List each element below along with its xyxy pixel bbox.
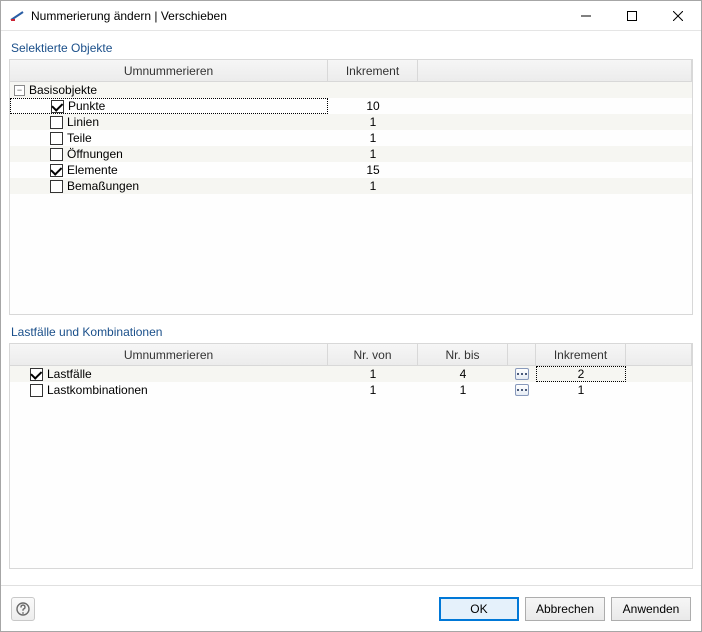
row-label: Lastfälle — [47, 367, 92, 381]
col-edit-header — [508, 344, 536, 365]
col-spacer — [626, 344, 692, 365]
edit-cell[interactable] — [508, 366, 536, 382]
table-row[interactable]: Teile 1 — [10, 130, 692, 146]
loadcases-table: Umnummerieren Nr. von Nr. bis Inkrement … — [9, 343, 693, 569]
row-label: Elemente — [67, 163, 118, 177]
table-header: Umnummerieren Inkrement — [10, 60, 692, 82]
titlebar: Nummerierung ändern | Verschieben — [1, 1, 701, 31]
window-title: Nummerierung ändern | Verschieben — [31, 9, 563, 23]
section-loadcases-label: Lastfälle und Kombinationen — [11, 325, 691, 339]
cell-empty — [328, 82, 418, 98]
row-label: Lastkombinationen — [47, 383, 148, 397]
ok-button[interactable]: OK — [439, 597, 519, 621]
increment-cell[interactable]: 1 — [328, 130, 418, 146]
col-renumber-header: Umnummerieren — [10, 344, 328, 365]
checkbox-teile[interactable] — [50, 132, 63, 145]
row-label: Öffnungen — [67, 147, 123, 161]
tree-group-row[interactable]: − Basisobjekte — [10, 82, 692, 98]
table-row[interactable]: Bemaßungen 1 — [10, 178, 692, 194]
dialog-window: Nummerierung ändern | Verschieben Selekt… — [0, 0, 702, 632]
checkbox-lastfaelle[interactable] — [30, 368, 43, 381]
col-increment-header: Inkrement — [536, 344, 626, 365]
collapse-icon[interactable]: − — [14, 85, 25, 96]
table-body: − Basisobjekte Punkte 10 — [10, 82, 692, 314]
dialog-footer: OK Abbrechen Anwenden — [1, 585, 701, 631]
from-cell[interactable]: 1 — [328, 366, 418, 382]
increment-cell[interactable]: 10 — [328, 98, 418, 114]
increment-cell[interactable]: 1 — [328, 146, 418, 162]
table-row[interactable]: Lastkombinationen 1 1 1 — [10, 382, 692, 398]
minimize-button[interactable] — [563, 1, 609, 31]
selected-objects-table: Umnummerieren Inkrement − Basisobjekte — [9, 59, 693, 315]
row-label: Punkte — [68, 99, 105, 113]
col-from-header: Nr. von — [328, 344, 418, 365]
col-increment-header: Inkrement — [328, 60, 418, 81]
col-spacer — [418, 60, 692, 81]
checkbox-oeffnungen[interactable] — [50, 148, 63, 161]
checkbox-punkte[interactable] — [51, 100, 64, 113]
col-to-header: Nr. bis — [418, 344, 508, 365]
table-body: Lastfälle 1 4 2 Lastkombinationen — [10, 366, 692, 568]
app-icon — [9, 8, 25, 24]
help-button[interactable] — [11, 597, 35, 621]
checkbox-linien[interactable] — [50, 116, 63, 129]
increment-cell[interactable]: 2 — [536, 366, 626, 382]
dialog-content: Selektierte Objekte Umnummerieren Inkrem… — [1, 31, 701, 585]
apply-button[interactable]: Anwenden — [611, 597, 691, 621]
checkbox-lastkombinationen[interactable] — [30, 384, 43, 397]
table-row[interactable]: Öffnungen 1 — [10, 146, 692, 162]
to-cell[interactable]: 1 — [418, 382, 508, 398]
close-button[interactable] — [655, 1, 701, 31]
table-row[interactable]: Punkte 10 — [10, 98, 692, 114]
table-header: Umnummerieren Nr. von Nr. bis Inkrement — [10, 344, 692, 366]
section-selected-objects-label: Selektierte Objekte — [11, 41, 691, 55]
col-renumber-header: Umnummerieren — [10, 60, 328, 81]
maximize-button[interactable] — [609, 1, 655, 31]
table-row[interactable]: Linien 1 — [10, 114, 692, 130]
checkbox-elemente[interactable] — [50, 164, 63, 177]
row-label: Teile — [67, 131, 92, 145]
row-label: Bemaßungen — [67, 179, 139, 193]
increment-cell[interactable]: 15 — [328, 162, 418, 178]
increment-cell[interactable]: 1 — [328, 114, 418, 130]
cancel-button[interactable]: Abbrechen — [525, 597, 605, 621]
edit-cell[interactable] — [508, 382, 536, 398]
browse-icon[interactable] — [515, 368, 529, 380]
checkbox-bemassungen[interactable] — [50, 180, 63, 193]
group-label: Basisobjekte — [29, 83, 97, 97]
table-row[interactable]: Elemente 15 — [10, 162, 692, 178]
row-label: Linien — [67, 115, 99, 129]
increment-cell[interactable]: 1 — [536, 382, 626, 398]
table-row[interactable]: Lastfälle 1 4 2 — [10, 366, 692, 382]
to-cell[interactable]: 4 — [418, 366, 508, 382]
increment-cell[interactable]: 1 — [328, 178, 418, 194]
browse-icon[interactable] — [515, 384, 529, 396]
from-cell[interactable]: 1 — [328, 382, 418, 398]
